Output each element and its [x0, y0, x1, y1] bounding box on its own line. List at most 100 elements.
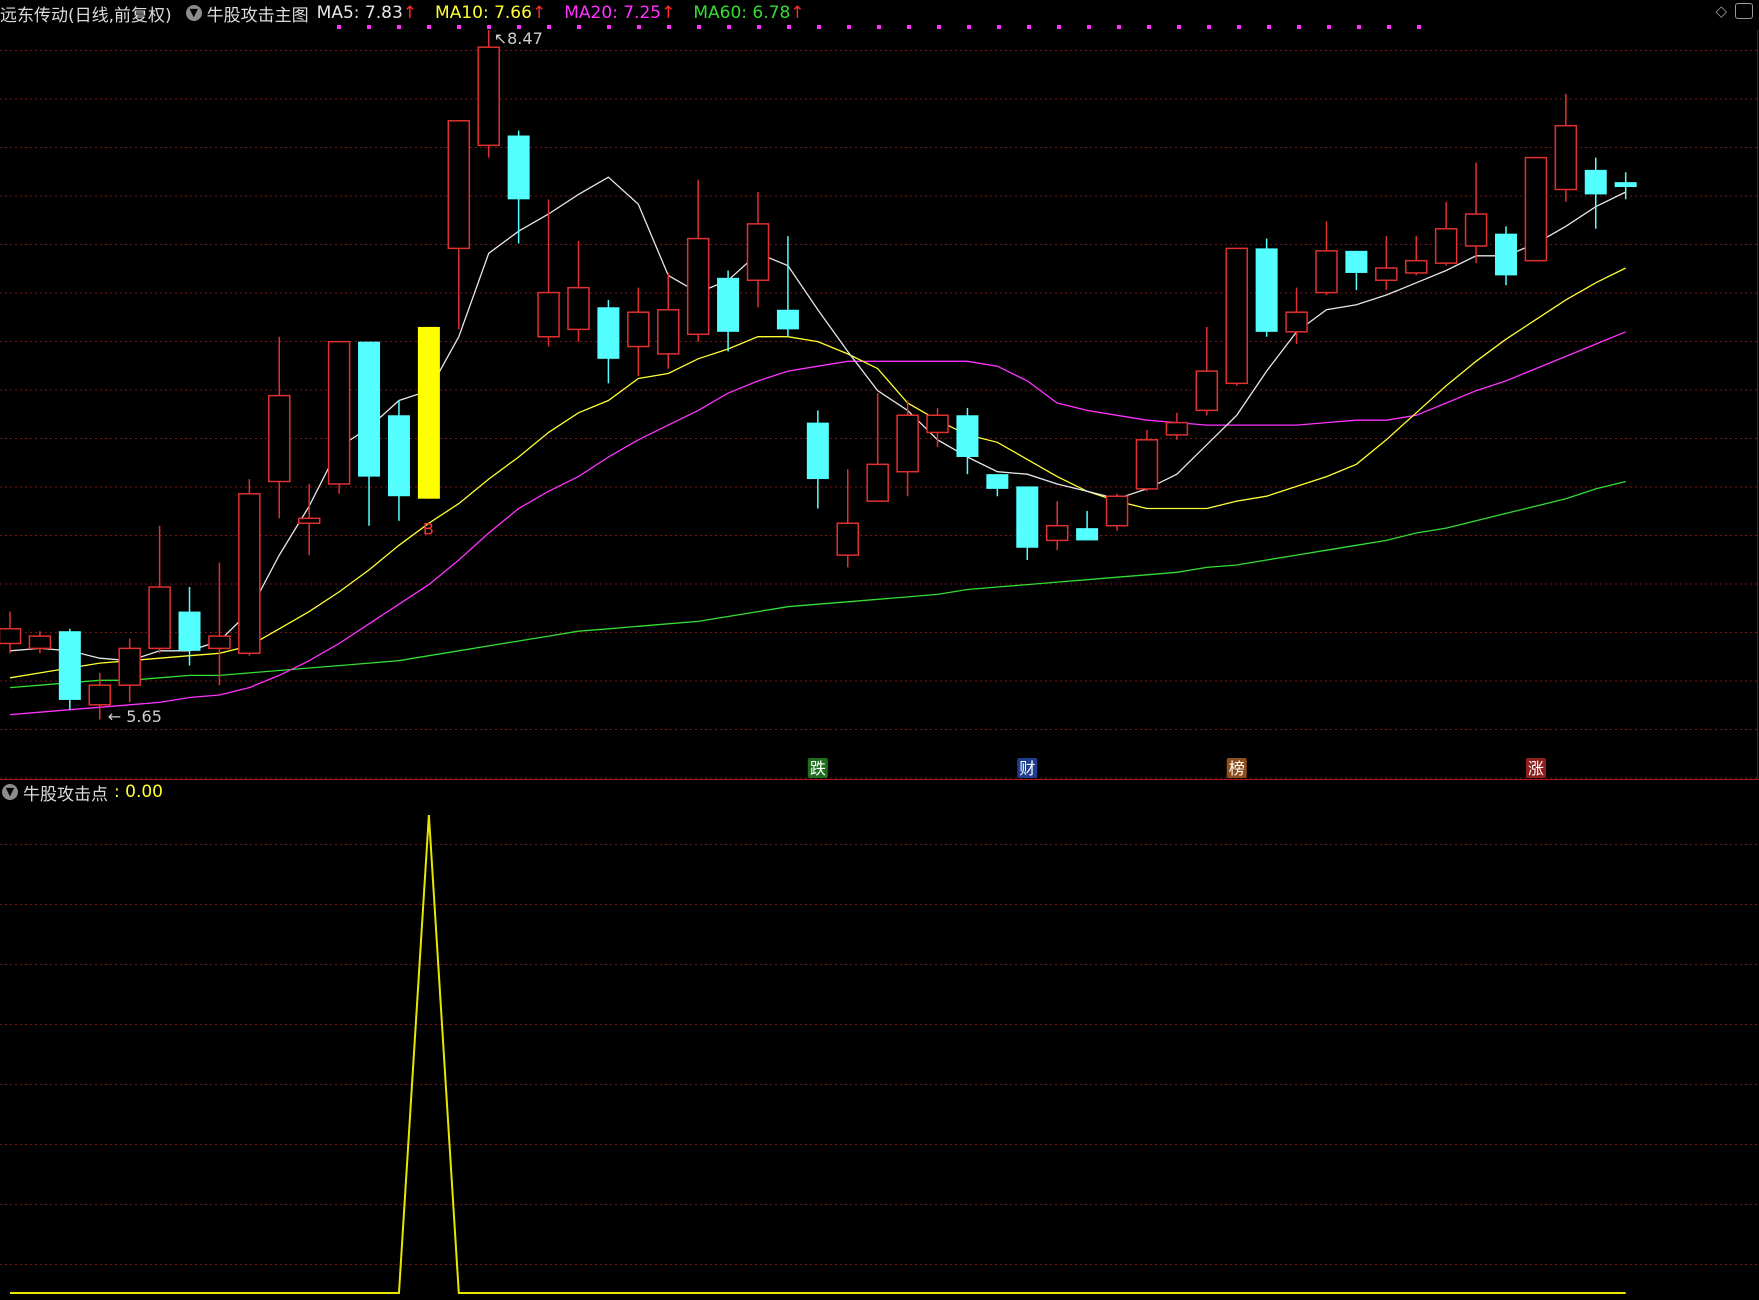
signal-dot: [1207, 25, 1211, 29]
candle: [1315, 221, 1338, 296]
signal-dot: [757, 25, 761, 29]
candle-body: [447, 120, 471, 250]
signal-dot: [667, 25, 671, 29]
candle-body: [387, 415, 410, 497]
candle: [1135, 429, 1159, 492]
signal-dot: [1417, 25, 1421, 29]
news-marker[interactable]: 财: [1017, 758, 1038, 778]
candle: [358, 341, 381, 526]
candle-body: [776, 309, 799, 330]
signal-dot: [727, 25, 731, 29]
signal-dot: [547, 25, 551, 29]
candle-body: [956, 415, 979, 457]
indicator-grid: [0, 844, 1759, 1265]
signal-dot: [427, 25, 431, 29]
chevron-down-icon[interactable]: ▼: [2, 784, 18, 800]
candle: [327, 340, 351, 494]
signal-dot: [1147, 25, 1151, 29]
signal-dot: [877, 25, 881, 29]
candle-body: [1495, 233, 1517, 276]
candle-body: [746, 223, 770, 282]
candle-body: [238, 493, 261, 655]
candle: [477, 30, 500, 158]
candle: [1165, 412, 1189, 440]
signal-dot: [457, 25, 461, 29]
indicator-chart[interactable]: [0, 806, 1759, 1300]
candle: [1255, 238, 1278, 337]
signal-dot: [577, 25, 581, 29]
candle: [0, 611, 22, 654]
candle: [1225, 247, 1248, 386]
candle: [208, 562, 231, 686]
signal-dot: [907, 25, 911, 29]
candle: [1285, 287, 1308, 345]
signal-dot: [1327, 25, 1331, 29]
candle: [686, 179, 710, 342]
sub-chart-header: ▼ 牛股攻击点 : 0.00: [0, 779, 163, 805]
candle-body: [1195, 370, 1219, 412]
candle: [238, 479, 261, 656]
candle: [806, 410, 829, 509]
indicator-line: [10, 814, 1626, 1294]
candle-body: [1165, 421, 1189, 436]
candle: [1345, 250, 1368, 291]
candle-body: [118, 647, 141, 686]
buy-signal-label: B: [423, 520, 434, 539]
candle-body: [1345, 250, 1368, 273]
high-price-label: ↖8.47: [494, 29, 543, 48]
candle-body: [717, 277, 740, 332]
candle: [896, 400, 919, 497]
candle-body: [208, 635, 231, 650]
signal-dot: [1387, 25, 1391, 29]
news-marker[interactable]: 跌: [807, 758, 828, 778]
candle-body: [1135, 439, 1159, 490]
candle-body: [567, 286, 590, 331]
candle-body: [1255, 248, 1278, 332]
candle: [926, 407, 949, 448]
candle-body: [1045, 524, 1069, 542]
candle: [1434, 201, 1458, 266]
candle: [297, 483, 321, 556]
candle-body: [1584, 169, 1607, 195]
candle: [387, 400, 410, 521]
candle-body: [148, 586, 171, 650]
signal-dot: [967, 25, 971, 29]
signal-dot: [487, 25, 491, 29]
signal-dot: [397, 25, 401, 29]
signal-dot: [1267, 25, 1271, 29]
news-marker[interactable]: 榜: [1226, 758, 1247, 778]
signal-dot: [1087, 25, 1091, 29]
news-marker-label: 财: [1019, 759, 1035, 778]
price-grid: [0, 50, 1759, 779]
candle-body: [1434, 228, 1458, 264]
candle-body: [1464, 213, 1488, 247]
price-annotations: ↖8.47 ← 5.65 B 跌 财 榜 涨: [108, 29, 1546, 778]
candle-body: [358, 341, 381, 477]
signal-dot: [997, 25, 1001, 29]
candle: [866, 393, 889, 502]
signal-dot: [1237, 25, 1241, 29]
candle-body: [836, 522, 860, 556]
candle: [1404, 236, 1428, 276]
news-marker-label: 涨: [1528, 759, 1544, 778]
candle: [28, 631, 52, 654]
candle: [417, 326, 440, 499]
news-marker-label: 榜: [1229, 759, 1245, 778]
candle: [597, 299, 620, 384]
candle: [1584, 157, 1607, 229]
main-price-chart[interactable]: ↖8.47 ← 5.65 B 跌 财 榜 涨: [0, 0, 1759, 780]
candle-body: [1524, 156, 1548, 262]
candle-body: [1315, 250, 1338, 294]
candle-body: [477, 46, 500, 147]
news-marker[interactable]: 涨: [1525, 758, 1546, 778]
candlestick-series: [0, 30, 1637, 720]
candle: [746, 191, 770, 308]
indicator-value: : 0.00: [114, 782, 163, 802]
candle: [1464, 162, 1488, 264]
candle: [1045, 501, 1069, 551]
candle: [447, 120, 471, 330]
candle: [776, 236, 799, 337]
indicator-name: 牛股攻击点: [23, 784, 108, 805]
low-price-label: ← 5.65: [108, 707, 162, 726]
candle-body: [866, 463, 889, 502]
